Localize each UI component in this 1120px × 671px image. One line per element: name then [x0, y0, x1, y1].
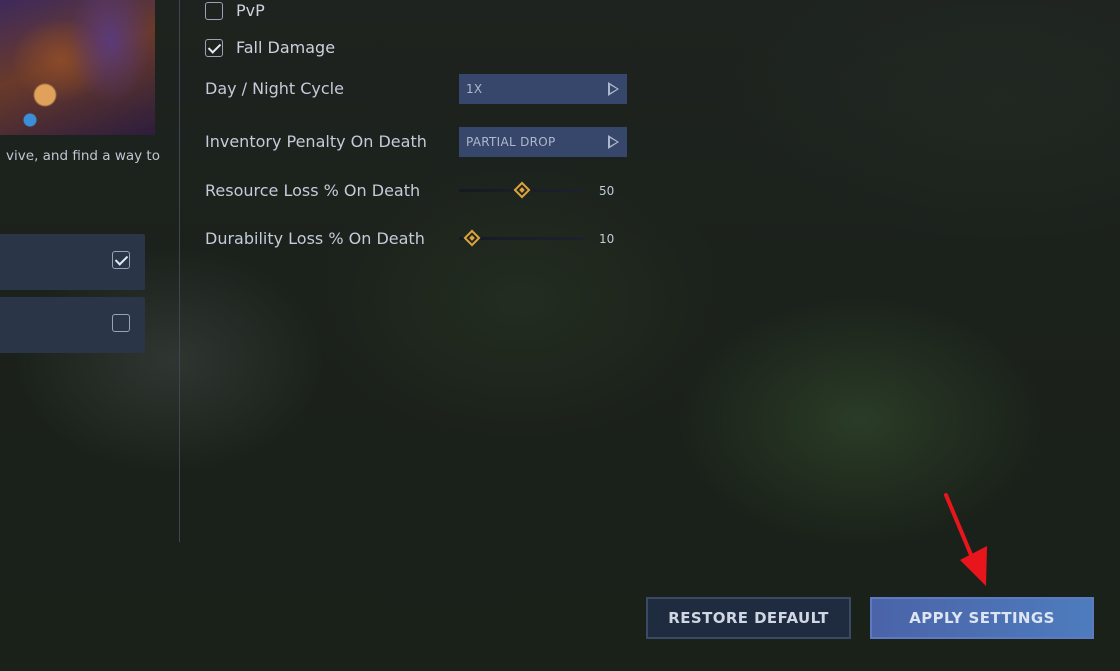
fall-damage-option[interactable]: Fall Damage — [205, 38, 335, 57]
left-option-row[interactable] — [0, 234, 145, 290]
resource-loss-value: 50 — [599, 184, 615, 198]
durability-loss-label: Durability Loss % On Death — [205, 229, 425, 248]
play-arrow-icon[interactable] — [608, 135, 619, 149]
left-option-checkbox[interactable] — [112, 251, 130, 269]
resource-loss-label: Resource Loss % On Death — [205, 181, 421, 200]
durability-loss-slider[interactable] — [459, 229, 585, 247]
play-arrow-icon[interactable] — [608, 82, 619, 96]
day-night-value: 1X — [466, 82, 483, 96]
pvp-label: PvP — [236, 1, 265, 20]
inventory-penalty-value: PARTIAL DROP — [466, 135, 556, 149]
resource-loss-slider[interactable] — [459, 181, 585, 199]
inventory-penalty-select[interactable]: PARTIAL DROP — [459, 127, 627, 157]
annotation-arrow-icon — [944, 493, 987, 586]
durability-loss-value: 10 — [599, 232, 615, 246]
day-night-label: Day / Night Cycle — [205, 79, 344, 98]
restore-default-button[interactable]: RESTORE DEFAULT — [646, 597, 851, 639]
inventory-penalty-label: Inventory Penalty On Death — [205, 132, 427, 151]
day-night-select[interactable]: 1X — [459, 74, 627, 104]
panel-divider — [179, 0, 180, 542]
fall-damage-checkbox[interactable] — [205, 38, 223, 57]
slider-handle[interactable] — [463, 229, 481, 247]
slider-handle[interactable] — [513, 181, 531, 199]
left-option-checkbox[interactable] — [112, 314, 130, 332]
fall-damage-label: Fall Damage — [236, 38, 336, 57]
left-option-row[interactable] — [0, 297, 145, 353]
apply-settings-button[interactable]: APPLY SETTINGS — [870, 597, 1094, 639]
world-artwork — [0, 0, 155, 135]
pvp-checkbox[interactable] — [205, 1, 223, 20]
pvp-option[interactable]: PvP — [205, 1, 265, 20]
world-description: vive, and find a way to — [6, 148, 160, 164]
